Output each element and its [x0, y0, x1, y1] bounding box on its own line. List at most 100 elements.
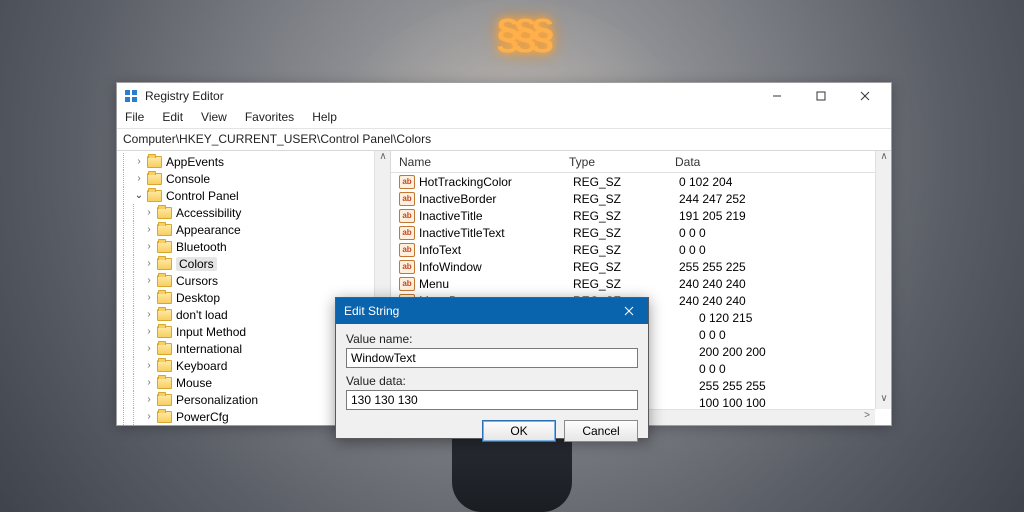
value-name: InactiveTitle [419, 209, 573, 223]
value-data: 244 247 252 [679, 192, 891, 206]
value-data: 100 100 100 [699, 396, 891, 410]
chevron-right-icon[interactable]: › [143, 343, 155, 354]
tree-item-bluetooth[interactable]: ›Bluetooth [123, 238, 390, 255]
list-scrollbar-vertical[interactable]: ∧ ∨ [875, 151, 891, 409]
list-row[interactable]: abInfoTextREG_SZ0 0 0 [391, 241, 891, 258]
list-row[interactable]: abInfoWindowREG_SZ255 255 225 [391, 258, 891, 275]
chevron-right-icon[interactable]: › [143, 377, 155, 388]
chevron-right-icon[interactable]: › [143, 224, 155, 235]
tree-item-cursors[interactable]: › Cursors [123, 272, 390, 289]
maximize-button[interactable] [799, 83, 843, 109]
chevron-right-icon[interactable]: › [143, 275, 155, 286]
value-name: Menu [419, 277, 573, 291]
chevron-right-icon[interactable]: › [143, 360, 155, 371]
list-header[interactable]: Name Type Data [391, 151, 891, 173]
window-title: Registry Editor [145, 89, 755, 103]
folder-icon [157, 411, 172, 423]
tree-item-appearance[interactable]: ›Appearance [123, 221, 390, 238]
edit-string-dialog: Edit String Value name: Value data: OK C… [335, 297, 649, 439]
chevron-right-icon[interactable]: › [133, 173, 145, 184]
list-row[interactable]: abInactiveBorderREG_SZ244 247 252 [391, 190, 891, 207]
tree-item-label: PowerCfg [176, 410, 229, 424]
column-name[interactable]: Name [391, 155, 569, 169]
value-data: 0 0 0 [699, 362, 891, 376]
list-scroll-down-icon[interactable]: ∨ [876, 393, 892, 409]
column-data[interactable]: Data [675, 155, 891, 169]
value-name-input[interactable] [346, 348, 638, 368]
tree-item-control-panel[interactable]: ⌄Control Panel [123, 187, 390, 204]
titlebar[interactable]: Registry Editor [117, 83, 891, 109]
tree-item-colors[interactable]: ›Colors [123, 255, 390, 272]
cancel-button[interactable]: Cancel [564, 420, 638, 442]
folder-icon [157, 326, 172, 338]
value-type: REG_SZ [573, 192, 679, 206]
value-data: 200 200 200 [699, 345, 891, 359]
tree-item-accessibility[interactable]: › Accessibility [123, 204, 390, 221]
list-row[interactable]: abInactiveTitleREG_SZ191 205 219 [391, 207, 891, 224]
tree-item-label: Console [166, 172, 210, 186]
chevron-right-icon[interactable]: › [143, 326, 155, 337]
dialog-close-button[interactable] [610, 298, 648, 324]
tree-item-label: Cursors [176, 274, 218, 288]
string-value-icon: ab [399, 260, 415, 274]
tree-item-label: Keyboard [176, 359, 227, 373]
value-data: 0 0 0 [679, 243, 891, 257]
value-type: REG_SZ [573, 226, 679, 240]
address-bar[interactable]: Computer\HKEY_CURRENT_USER\Control Panel… [117, 129, 891, 151]
list-row[interactable]: abInactiveTitleTextREG_SZ0 0 0 [391, 224, 891, 241]
tree-item-label: Accessibility [176, 206, 241, 220]
chevron-right-icon[interactable]: › [143, 309, 155, 320]
string-value-icon: ab [399, 243, 415, 257]
chevron-right-icon[interactable]: › [133, 156, 145, 167]
value-type: REG_SZ [573, 175, 679, 189]
dialog-title: Edit String [344, 304, 610, 318]
chevron-right-icon[interactable]: › [143, 241, 155, 252]
tree-scroll-up-icon[interactable]: ∧ [375, 151, 391, 167]
list-scroll-right-icon[interactable]: > [859, 410, 875, 426]
menu-file[interactable]: File [123, 109, 146, 128]
ok-button[interactable]: OK [482, 420, 556, 442]
folder-icon [147, 173, 162, 185]
folder-icon [157, 224, 172, 236]
dialog-titlebar[interactable]: Edit String [336, 298, 648, 324]
folder-icon [157, 292, 172, 304]
app-icon [123, 88, 139, 104]
list-scroll-up-icon[interactable]: ∧ [876, 151, 892, 167]
tree-item-console[interactable]: › Console [123, 170, 390, 187]
value-data: 240 240 240 [679, 277, 891, 291]
tree-item-label: Input Method [176, 325, 246, 339]
value-data: 0 0 0 [679, 226, 891, 240]
column-type[interactable]: Type [569, 155, 675, 169]
minimize-button[interactable] [755, 83, 799, 109]
value-data-input[interactable] [346, 390, 638, 410]
close-button[interactable] [843, 83, 887, 109]
tree-item-appevents[interactable]: ›AppEvents [123, 153, 390, 170]
chevron-right-icon[interactable]: › [143, 394, 155, 405]
value-data: 0 120 215 [699, 311, 891, 325]
value-name-label: Value name: [346, 332, 638, 346]
tree-item-label: don't load [176, 308, 228, 322]
folder-icon [157, 343, 172, 355]
folder-icon [157, 258, 172, 270]
list-row[interactable]: abHotTrackingColorREG_SZ0 102 204 [391, 173, 891, 190]
chevron-down-icon[interactable]: ⌄ [133, 190, 145, 201]
chevron-right-icon[interactable]: › [143, 207, 155, 218]
value-type: REG_SZ [573, 243, 679, 257]
value-type: REG_SZ [573, 260, 679, 274]
menu-help[interactable]: Help [310, 109, 339, 128]
value-name: HotTrackingColor [419, 175, 573, 189]
chevron-right-icon[interactable]: › [143, 411, 155, 422]
value-type: REG_SZ [573, 209, 679, 223]
tree-item-label: Mouse [176, 376, 212, 390]
menu-edit[interactable]: Edit [160, 109, 185, 128]
value-name: InactiveBorder [419, 192, 573, 206]
list-row[interactable]: abMenuREG_SZ240 240 240 [391, 275, 891, 292]
folder-icon [147, 190, 162, 202]
chevron-right-icon[interactable]: › [143, 258, 155, 269]
menu-favorites[interactable]: Favorites [243, 109, 296, 128]
menu-view[interactable]: View [199, 109, 229, 128]
value-name: InactiveTitleText [419, 226, 573, 240]
tree-item-label: Personalization [176, 393, 258, 407]
chevron-right-icon[interactable]: › [143, 292, 155, 303]
value-data: 255 255 225 [679, 260, 891, 274]
